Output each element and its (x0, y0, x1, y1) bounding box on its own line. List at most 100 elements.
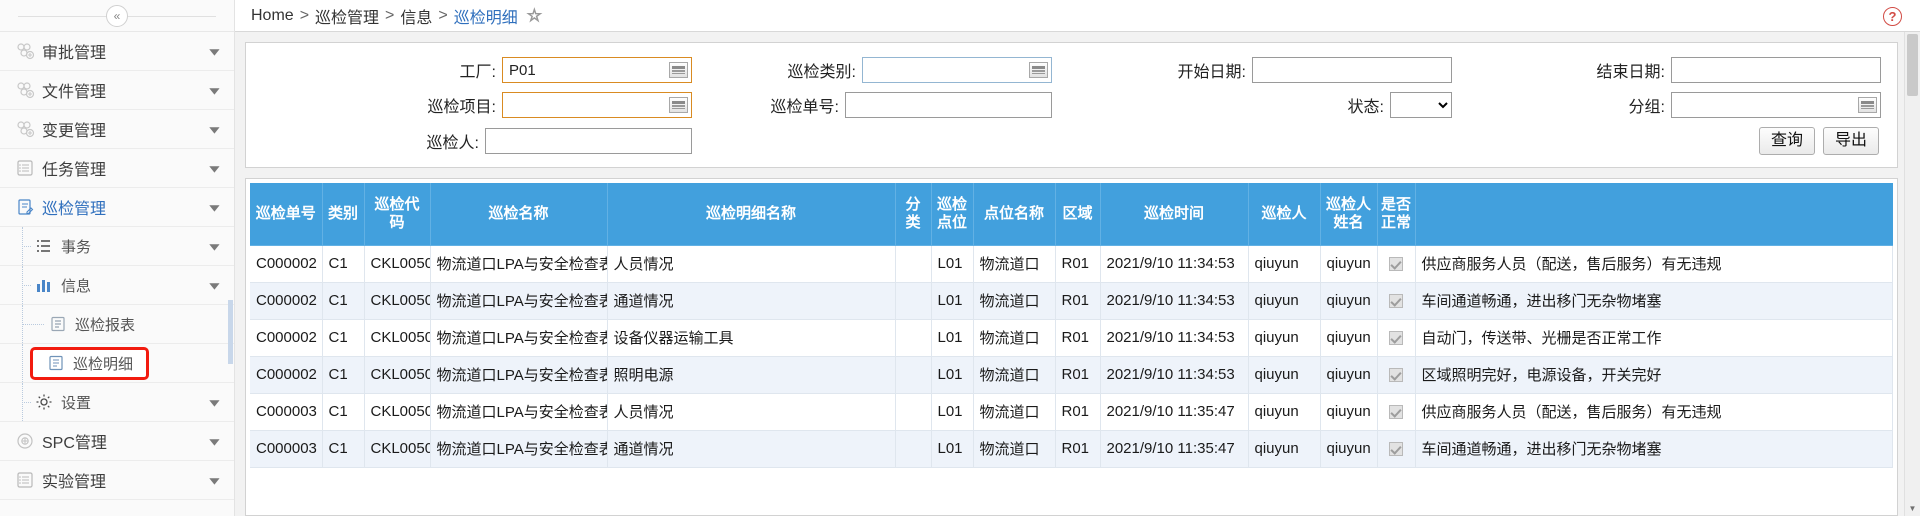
group-input[interactable] (1671, 92, 1881, 118)
table-row[interactable]: C000002 C1 CKL0050 物流道口LPA与安全检查表 照明电源 L01 物流道口… (250, 356, 1893, 394)
col-type[interactable]: 类别 (322, 183, 365, 246)
cell-time: 2021/9/10 11:34:53 (1100, 319, 1249, 357)
sidebar-item-spc[interactable]: SPC管理 ▼ (0, 422, 234, 461)
page-vertical-scrollbar[interactable]: ▲ ▼ (1904, 32, 1920, 516)
cell-code: CKL0050 (364, 282, 431, 320)
sidebar-collapse-bar: « (0, 0, 234, 32)
sidebar-subitem-affairs[interactable]: 事务 ▼ (0, 227, 234, 266)
cell-type: C1 (322, 430, 365, 468)
cell-category (895, 430, 932, 468)
col-order-no[interactable]: 巡检单号 (250, 183, 323, 246)
checkbox-checked-icon[interactable] (1389, 331, 1403, 346)
cell-order-no: C000003 (250, 393, 323, 431)
col-name[interactable]: 巡检名称 (430, 183, 608, 246)
cell-normal (1377, 245, 1416, 283)
chevron-down-icon[interactable]: ▼ (206, 396, 223, 407)
col-point[interactable]: 巡检点位 (931, 183, 974, 246)
col-point-name[interactable]: 点位名称 (973, 183, 1056, 246)
col-inspector-name[interactable]: 巡检人姓名 (1320, 183, 1378, 246)
inspection-type-input[interactable] (862, 57, 1052, 83)
list-picker-icon[interactable] (669, 62, 688, 78)
scrollbar-thumb[interactable] (1907, 34, 1918, 96)
breadcrumb-level1[interactable]: 巡检管理 (315, 4, 379, 28)
checkbox-checked-icon[interactable] (1389, 257, 1403, 272)
table-row[interactable]: C000002 C1 CKL0050 物流道口LPA与安全检查表 设备仪器运输工具 L01… (250, 319, 1893, 357)
col-time[interactable]: 巡检时间 (1100, 183, 1249, 246)
cell-category (895, 319, 932, 357)
list-picker-icon[interactable] (669, 97, 688, 113)
cell-inspector-name: qiuyun (1320, 245, 1378, 283)
factory-input[interactable] (502, 57, 692, 83)
table-row[interactable]: C000002 C1 CKL0050 物流道口LPA与安全检查表 通道情况 L01 物流道口… (250, 282, 1893, 320)
start-date-input[interactable] (1252, 57, 1452, 83)
scroll-down-icon[interactable]: ▼ (1905, 500, 1920, 516)
sidebar-item-file[interactable]: 文件管理 ▼ (0, 71, 234, 110)
list-picker-icon[interactable] (1858, 97, 1877, 113)
col-inspector[interactable]: 巡检人 (1248, 183, 1321, 246)
chevron-down-icon[interactable]: ▼ (206, 45, 223, 56)
cell-inspector: qiuyun (1248, 393, 1321, 431)
col-remark[interactable] (1415, 183, 1893, 246)
sidebar-subitem-inspection-report[interactable]: 巡检报表 (0, 305, 234, 344)
end-date-input[interactable] (1671, 57, 1881, 83)
sidebar-item-label: SPC管理 (42, 435, 107, 452)
breadcrumb-home[interactable]: Home (251, 7, 294, 25)
chevron-double-left-icon[interactable]: « (106, 4, 128, 27)
col-code[interactable]: 巡检代码 (364, 183, 431, 246)
inspector-input[interactable] (485, 128, 692, 154)
help-question-icon[interactable]: ? (1883, 7, 1902, 26)
cell-normal (1377, 282, 1416, 320)
checkbox-checked-icon[interactable] (1389, 405, 1403, 420)
chevron-down-icon[interactable]: ▼ (206, 435, 223, 446)
breadcrumb-separator: > (385, 6, 395, 24)
chevron-down-icon[interactable]: ▼ (206, 279, 223, 290)
sidebar-subitem-inspection-detail[interactable]: 巡检明细 (30, 346, 150, 380)
chevron-down-icon[interactable]: ▼ (206, 162, 223, 173)
file-icon (14, 80, 35, 101)
cell-inspector: qiuyun (1248, 356, 1321, 394)
report-icon (46, 353, 66, 373)
breadcrumb-current: 巡检明细 (453, 9, 518, 27)
cell-order-no: C000002 (250, 282, 323, 320)
sidebar-subitem-settings[interactable]: 设置 ▼ (0, 383, 234, 422)
breadcrumb: Home > 巡检管理 > 信息 > 巡检明细 ☆ (235, 0, 1920, 32)
inspection-no-input[interactable] (845, 92, 1052, 118)
sidebar-item-change[interactable]: 变更管理 ▼ (0, 110, 234, 149)
checkbox-checked-icon[interactable] (1389, 368, 1403, 383)
filter-end-date: 结束日期: (1452, 57, 1881, 83)
export-button[interactable]: 导出 (1822, 127, 1879, 155)
status-select[interactable] (1390, 92, 1452, 118)
cell-area: R01 (1055, 430, 1101, 468)
col-category[interactable]: 分类 (895, 183, 932, 246)
sidebar-subitem-label: 信息 (61, 277, 92, 295)
chevron-down-icon[interactable]: ▼ (206, 474, 223, 485)
sidebar-item-inspection[interactable]: 巡检管理 ▼ (0, 188, 234, 227)
checkbox-checked-icon[interactable] (1389, 442, 1403, 457)
query-button[interactable]: 查询 (1758, 127, 1815, 155)
table-row[interactable]: C000002 C1 CKL0050 物流道口LPA与安全检查表 人员情况 L01 物流道口… (250, 245, 1893, 283)
chevron-down-icon[interactable]: ▼ (206, 201, 223, 212)
chevron-down-icon[interactable]: ▼ (206, 84, 223, 95)
table-row[interactable]: C000003 C1 CKL0050 物流道口LPA与安全检查表 通道情况 L01 物流道口… (250, 430, 1893, 468)
inspection-item-input[interactable] (502, 92, 692, 118)
filter-end-date-label: 结束日期: (1596, 64, 1665, 81)
list-picker-icon[interactable] (1029, 62, 1048, 78)
sidebar-subitem-info[interactable]: 信息 ▼ (0, 266, 234, 305)
sidebar-item-approval[interactable]: 审批管理 ▼ (0, 32, 234, 71)
filter-panel: 工厂: 巡检类别: 开始日期: (245, 42, 1898, 168)
list-icon (34, 236, 54, 256)
chevron-down-icon[interactable]: ▼ (206, 240, 223, 251)
col-detail-name[interactable]: 巡检明细名称 (607, 183, 896, 246)
cell-type: C1 (322, 245, 365, 283)
star-outline-icon[interactable]: ☆ (526, 7, 542, 25)
sidebar-item-experiment[interactable]: 实验管理 ▼ (0, 461, 234, 500)
chevron-down-icon[interactable]: ▼ (206, 123, 223, 134)
chart-icon (34, 275, 54, 295)
breadcrumb-level2[interactable]: 信息 (400, 4, 432, 28)
table-row[interactable]: C000003 C1 CKL0050 物流道口LPA与安全检查表 人员情况 L01 物流道口… (250, 393, 1893, 431)
col-area[interactable]: 区域 (1055, 183, 1101, 246)
col-normal[interactable]: 是否正常 (1377, 183, 1416, 246)
cell-time: 2021/9/10 11:35:47 (1100, 393, 1249, 431)
checkbox-checked-icon[interactable] (1389, 294, 1403, 309)
sidebar-item-task[interactable]: 任务管理 ▼ (0, 149, 234, 188)
